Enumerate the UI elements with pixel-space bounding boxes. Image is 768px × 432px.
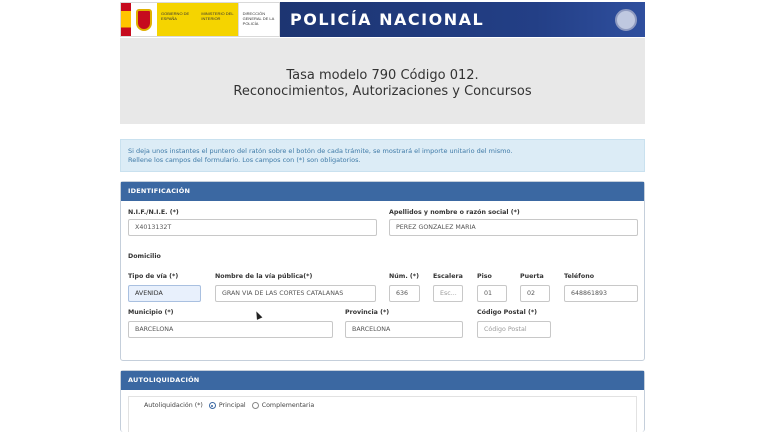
complementaria-option-label[interactable]: Complementaria [262,402,315,409]
info-alert: Si deja unos instantes el puntero del ra… [120,139,645,172]
gov-label: GOBIERNO DE ESPAÑA [157,3,198,36]
puerta-field[interactable]: 02 [520,285,550,302]
coat-of-arms-icon [131,3,157,36]
escalera-label: Escalera [433,273,463,280]
gobierno-logo: GOBIERNO DE ESPAÑA MINISTERIO DEL INTERI… [120,2,280,37]
autoliquidacion-panel: AUTOLIQUIDACIÓN Autoliquidación (*) Prin… [120,370,645,432]
page-title: Tasa modelo 790 Código 012. [286,68,479,83]
piso-label: Piso [477,273,492,280]
principal-radio[interactable] [208,402,216,409]
autoliquidacion-options: Autoliquidación (*) Principal Complement… [144,402,314,409]
complementaria-radio[interactable] [251,402,259,409]
municipio-label: Municipio (*) [128,309,174,316]
info-line-2: Rellene los campos del formulario. Los c… [128,156,361,164]
tipo-via-field[interactable]: AVENIDA [128,285,201,302]
header-banner: GOBIERNO DE ESPAÑA MINISTERIO DEL INTERI… [120,2,645,37]
ministry-label: MINISTERIO DEL INTERIOR [197,3,238,36]
provincia-label: Provincia (*) [345,309,390,316]
direction-label: DIRECCIÓN GENERAL DE LA POLICÍA [237,3,279,36]
policia-brand: POLICÍA NACIONAL [280,2,645,37]
page-title-box: Tasa modelo 790 Código 012. Reconocimien… [120,38,645,124]
identificacion-panel: IDENTIFICACIÓN N.I.F./N.I.E. (*) X401313… [120,181,645,361]
page-subtitle: Reconocimientos, Autorizaciones y Concur… [233,84,532,99]
num-label: Núm. (*) [389,273,419,280]
piso-field[interactable]: 01 [477,285,507,302]
info-line-1: Si deja unos instantes el puntero del ra… [128,147,513,155]
principal-option-label[interactable]: Principal [219,402,246,409]
autoliquidacion-header: AUTOLIQUIDACIÓN [121,371,644,390]
police-badge-icon [615,8,637,31]
cp-label: Código Postal (*) [477,309,537,316]
num-field[interactable]: 636 [389,285,420,302]
nif-field[interactable]: X4013132T [128,219,377,236]
nif-label: N.I.F./N.I.E. (*) [128,209,179,216]
telefono-field[interactable]: 648861893 [564,285,638,302]
nombre-field[interactable]: PEREZ GONZALEZ MARIA [389,219,638,236]
autoliquidacion-label: Autoliquidación (*) [144,402,203,409]
provincia-field[interactable]: BARCELONA [345,321,463,338]
nombre-via-label: Nombre de la vía pública(*) [215,273,313,280]
nombre-via-field[interactable]: GRAN VIA DE LAS CORTES CATALANAS [215,285,376,302]
tipo-via-label: Tipo de vía (*) [128,273,179,280]
municipio-field[interactable]: BARCELONA [128,321,333,338]
cp-field[interactable]: Código Postal [477,321,551,338]
identificacion-header: IDENTIFICACIÓN [121,182,644,201]
puerta-label: Puerta [520,273,544,280]
autoliquidacion-box: Autoliquidación (*) Principal Complement… [128,396,637,432]
telefono-label: Teléfono [564,273,595,280]
brand-title: POLICÍA NACIONAL [290,10,485,29]
nombre-label: Apellidos y nombre o razón social (*) [389,209,520,216]
spain-flag-icon [121,3,131,36]
domicilio-label: Domicilio [128,253,161,260]
escalera-field[interactable]: Esc... [433,285,463,302]
